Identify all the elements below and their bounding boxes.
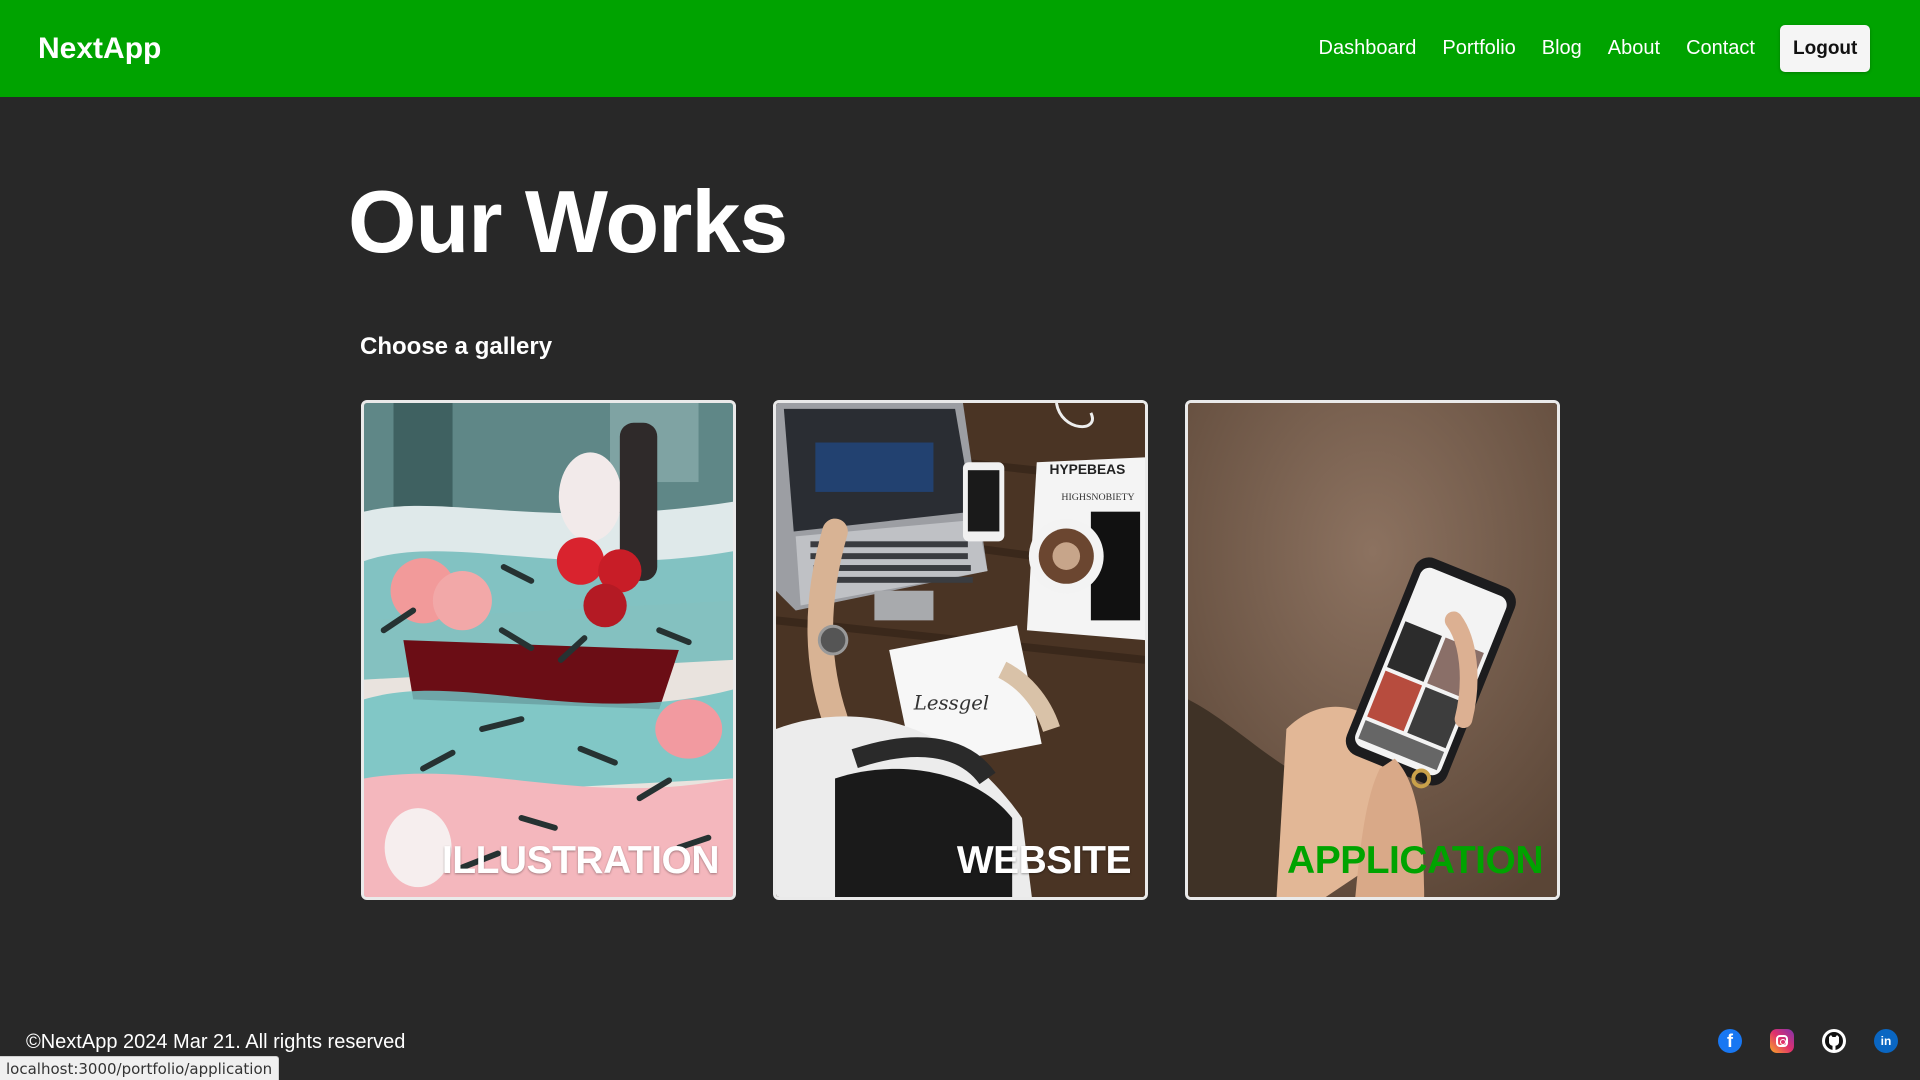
nav-link-about[interactable]: About bbox=[1608, 37, 1660, 60]
gallery-card-illustration[interactable]: ILLUSTRATION bbox=[361, 400, 736, 900]
linkedin-icon[interactable]: in bbox=[1874, 1029, 1898, 1053]
website-image: HYPEBEAS HIGHSNOBIETY Lessgel bbox=[776, 403, 1145, 897]
facebook-icon[interactable]: f bbox=[1718, 1029, 1742, 1053]
gallery-card-application[interactable]: APPLICATION bbox=[1185, 400, 1560, 900]
svg-text:HYPEBEAS: HYPEBEAS bbox=[1050, 462, 1126, 477]
logo-link[interactable]: NextApp bbox=[38, 32, 161, 66]
svg-text:Lessgel: Lessgel bbox=[913, 691, 989, 714]
nav-links: Dashboard Portfolio Blog About Contact L… bbox=[1293, 25, 1870, 72]
page: NextApp Dashboard Portfolio Blog About C… bbox=[0, 0, 1920, 1080]
github-icon[interactable] bbox=[1822, 1029, 1846, 1053]
copyright-text: ©NextApp 2024 Mar 21. All rights reserve… bbox=[26, 1031, 406, 1053]
logout-button[interactable]: Logout bbox=[1780, 25, 1870, 72]
status-bar-url: localhost:3000/portfolio/application bbox=[0, 1056, 280, 1080]
social-links: f in bbox=[1718, 1029, 1898, 1053]
gallery-label-illustration: ILLUSTRATION bbox=[441, 839, 720, 882]
gallery-subtitle: Choose a gallery bbox=[360, 333, 553, 360]
page-title: Our Works bbox=[348, 172, 788, 271]
nav-link-blog[interactable]: Blog bbox=[1542, 37, 1582, 60]
illustration-image bbox=[364, 403, 733, 897]
gallery-cards: ILLUSTRATION HYPEBEAS HIGHSNOBIETY Lessg… bbox=[361, 400, 1560, 900]
application-image bbox=[1188, 403, 1557, 897]
nav-link-dashboard[interactable]: Dashboard bbox=[1319, 37, 1417, 60]
svg-text:HIGHSNOBIETY: HIGHSNOBIETY bbox=[1061, 492, 1134, 503]
nav-link-portfolio[interactable]: Portfolio bbox=[1442, 37, 1515, 60]
gallery-label-application: APPLICATION bbox=[1287, 839, 1543, 882]
gallery-card-website[interactable]: HYPEBEAS HIGHSNOBIETY Lessgel WEBSITE bbox=[773, 400, 1148, 900]
instagram-icon[interactable] bbox=[1770, 1029, 1794, 1053]
gallery-label-website: WEBSITE bbox=[956, 839, 1132, 882]
nav-link-contact[interactable]: Contact bbox=[1686, 37, 1755, 60]
navbar: NextApp Dashboard Portfolio Blog About C… bbox=[0, 0, 1920, 97]
